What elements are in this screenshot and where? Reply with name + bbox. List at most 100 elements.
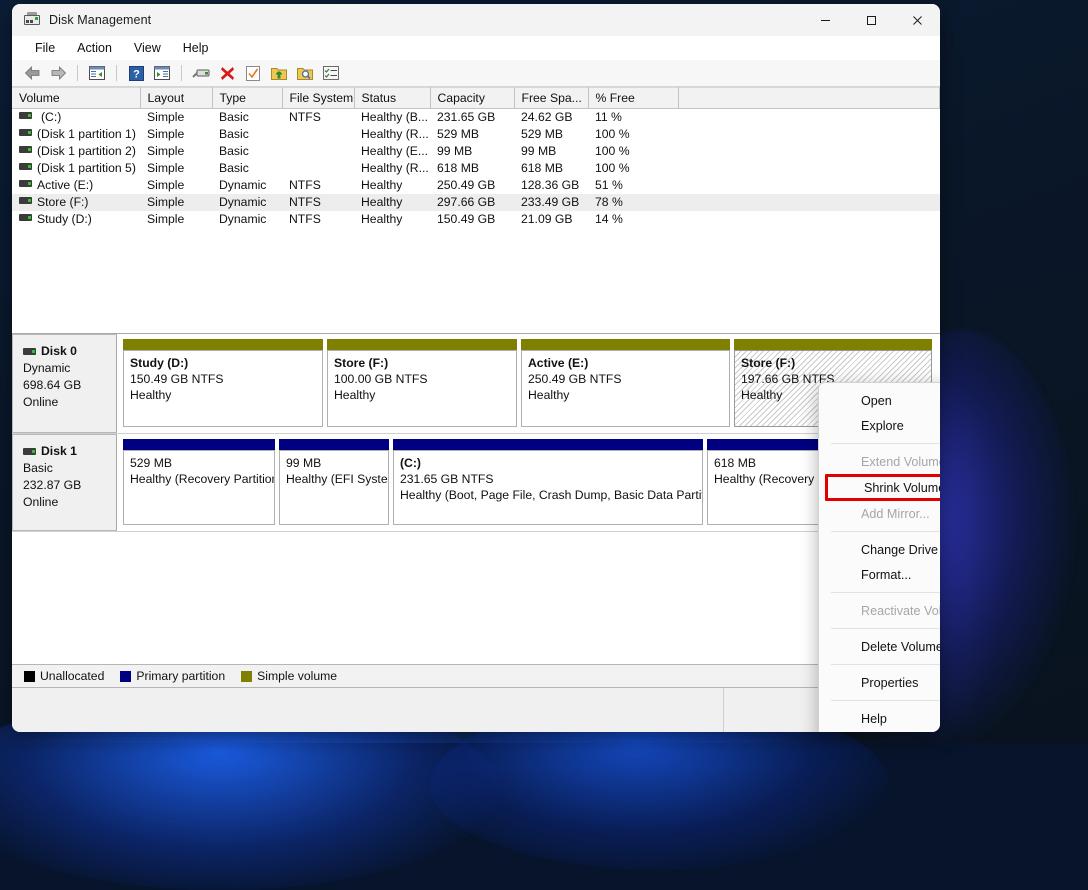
cell-free-space: 99 MB <box>514 143 588 160</box>
svg-text:?: ? <box>133 68 140 80</box>
cell-layout: Simple <box>140 109 212 126</box>
context-menu-item-label: Format... <box>861 568 911 582</box>
context-menu-item[interactable]: Open <box>819 388 940 413</box>
partition-block[interactable]: 529 MBHealthy (Recovery Partition <box>123 439 275 525</box>
context-menu-item[interactable]: Delete Volume... <box>819 634 940 659</box>
partition-block[interactable]: 99 MBHealthy (EFI System <box>279 439 389 525</box>
context-menu-item[interactable]: Change Drive Letter and Paths... <box>819 537 940 562</box>
cell-free-space: 529 MB <box>514 126 588 143</box>
cell-type: Basic <box>212 143 282 160</box>
show-hide-action-pane-icon[interactable] <box>150 62 174 84</box>
checklist-icon[interactable] <box>319 62 343 84</box>
partition-block[interactable]: Study (D:)150.49 GB NTFSHealthy <box>123 339 323 427</box>
help-icon[interactable]: ? <box>124 62 148 84</box>
partition-details: Active (E:)250.49 GB NTFSHealthy <box>521 350 730 427</box>
disk-state: Online <box>23 394 110 411</box>
column-header-filler[interactable] <box>678 88 940 109</box>
cell-type: Dynamic <box>212 211 282 228</box>
cell-type: Basic <box>212 160 282 177</box>
table-row[interactable]: (Disk 1 partition 2)SimpleBasicHealthy (… <box>12 143 940 160</box>
column-header-capacity[interactable]: Capacity <box>430 88 514 109</box>
export-list-icon[interactable] <box>267 62 291 84</box>
context-menu-item[interactable]: Explore <box>819 413 940 438</box>
partition-name: Store (F:) <box>741 355 931 371</box>
status-segment-2 <box>724 688 832 732</box>
column-header-layout[interactable]: Layout <box>140 88 212 109</box>
cell-volume: (Disk 1 partition 2) <box>12 143 140 160</box>
delete-icon[interactable] <box>215 62 239 84</box>
legend-swatch <box>24 671 35 682</box>
table-row[interactable]: Store (F:)SimpleDynamicNTFSHealthy297.66… <box>12 194 940 211</box>
disk-info-panel[interactable]: Disk 1Basic232.87 GBOnline <box>12 434 117 531</box>
table-row[interactable]: Active (E:)SimpleDynamicNTFSHealthy250.4… <box>12 177 940 194</box>
table-row[interactable]: (C:)SimpleBasicNTFSHealthy (B...231.65 G… <box>12 109 940 126</box>
partition-color-bar <box>393 439 703 450</box>
context-menu-item[interactable]: Help <box>819 706 940 731</box>
cell-layout: Simple <box>140 143 212 160</box>
properties-icon[interactable] <box>241 62 265 84</box>
disk-drive-icon <box>23 348 36 355</box>
cell-free-space: 618 MB <box>514 160 588 177</box>
context-menu-item-label: Open <box>861 394 892 408</box>
cell-capacity: 618 MB <box>430 160 514 177</box>
partition-block[interactable]: Store (F:)100.00 GB NTFSHealthy <box>327 339 517 427</box>
table-row[interactable]: (Disk 1 partition 5)SimpleBasicHealthy (… <box>12 160 940 177</box>
table-row[interactable]: Study (D:)SimpleDynamicNTFSHealthy150.49… <box>12 211 940 228</box>
volume-label: Study (D:) <box>37 212 92 226</box>
context-menu-item[interactable]: Properties <box>819 670 940 695</box>
legend-label: Primary partition <box>136 669 225 683</box>
volume-drive-icon <box>19 180 32 187</box>
column-header-status[interactable]: Status <box>354 88 430 109</box>
legend-item: Unallocated <box>24 669 104 683</box>
minimize-icon[interactable] <box>802 4 848 36</box>
cell-type: Basic <box>212 109 282 126</box>
cell-percent-free: 51 % <box>588 177 678 194</box>
volume-drive-icon <box>19 112 32 119</box>
partition-size: 99 MB <box>286 455 388 471</box>
context-menu-item[interactable]: Shrink Volume... <box>825 474 940 501</box>
status-bar <box>12 688 940 732</box>
back-arrow-icon[interactable] <box>20 62 44 84</box>
column-header-volume[interactable]: Volume <box>12 88 140 109</box>
close-icon[interactable] <box>894 4 940 36</box>
partition-strip: 529 MBHealthy (Recovery Partition99 MBHe… <box>117 434 940 531</box>
menu-file[interactable]: File <box>26 39 64 57</box>
partition-status: Healthy (EFI System <box>286 471 388 487</box>
cell-file-system <box>282 160 354 177</box>
partition-status: Healthy <box>130 387 322 403</box>
table-row[interactable]: (Disk 1 partition 1)SimpleBasicHealthy (… <box>12 126 940 143</box>
cell-filler <box>678 177 940 194</box>
volume-label: (Disk 1 partition 2) <box>37 144 136 158</box>
cell-capacity: 150.49 GB <box>430 211 514 228</box>
window-controls <box>802 4 940 36</box>
partition-block[interactable]: (C:)231.65 GB NTFSHealthy (Boot, Page Fi… <box>393 439 703 525</box>
rescan-disks-icon[interactable] <box>189 62 213 84</box>
menu-help[interactable]: Help <box>174 39 218 57</box>
context-menu-separator <box>831 592 940 593</box>
forward-arrow-icon[interactable] <box>46 62 70 84</box>
volume-drive-icon <box>19 197 32 204</box>
show-hide-console-tree-icon[interactable] <box>85 62 109 84</box>
column-header-free-space[interactable]: Free Spa... <box>514 88 588 109</box>
menu-view[interactable]: View <box>125 39 170 57</box>
partition-name: Store (F:) <box>334 355 516 371</box>
search-folder-icon[interactable] <box>293 62 317 84</box>
legend-label: Unallocated <box>40 669 104 683</box>
partition-status: Healthy (Recovery Partition <box>130 471 274 487</box>
cell-file-system: NTFS <box>282 177 354 194</box>
column-header-percent-free[interactable]: % Free <box>588 88 678 109</box>
disk-info-panel[interactable]: Disk 0Dynamic698.64 GBOnline <box>12 334 117 433</box>
cell-file-system <box>282 143 354 160</box>
volume-context-menu: Open Explore Extend Volume...Shrink Volume… <box>818 382 940 732</box>
partition-color-bar <box>734 339 932 350</box>
maximize-icon[interactable] <box>848 4 894 36</box>
partition-block[interactable]: Active (E:)250.49 GB NTFSHealthy <box>521 339 730 427</box>
menu-action[interactable]: Action <box>68 39 121 57</box>
partition-details: 529 MBHealthy (Recovery Partition <box>123 450 275 525</box>
column-header-file-system[interactable]: File System <box>282 88 354 109</box>
context-menu-item[interactable]: Format... <box>819 562 940 587</box>
cell-percent-free: 100 % <box>588 160 678 177</box>
cell-status: Healthy (R... <box>354 160 430 177</box>
context-menu-item: Extend Volume... <box>819 449 940 474</box>
column-header-type[interactable]: Type <box>212 88 282 109</box>
